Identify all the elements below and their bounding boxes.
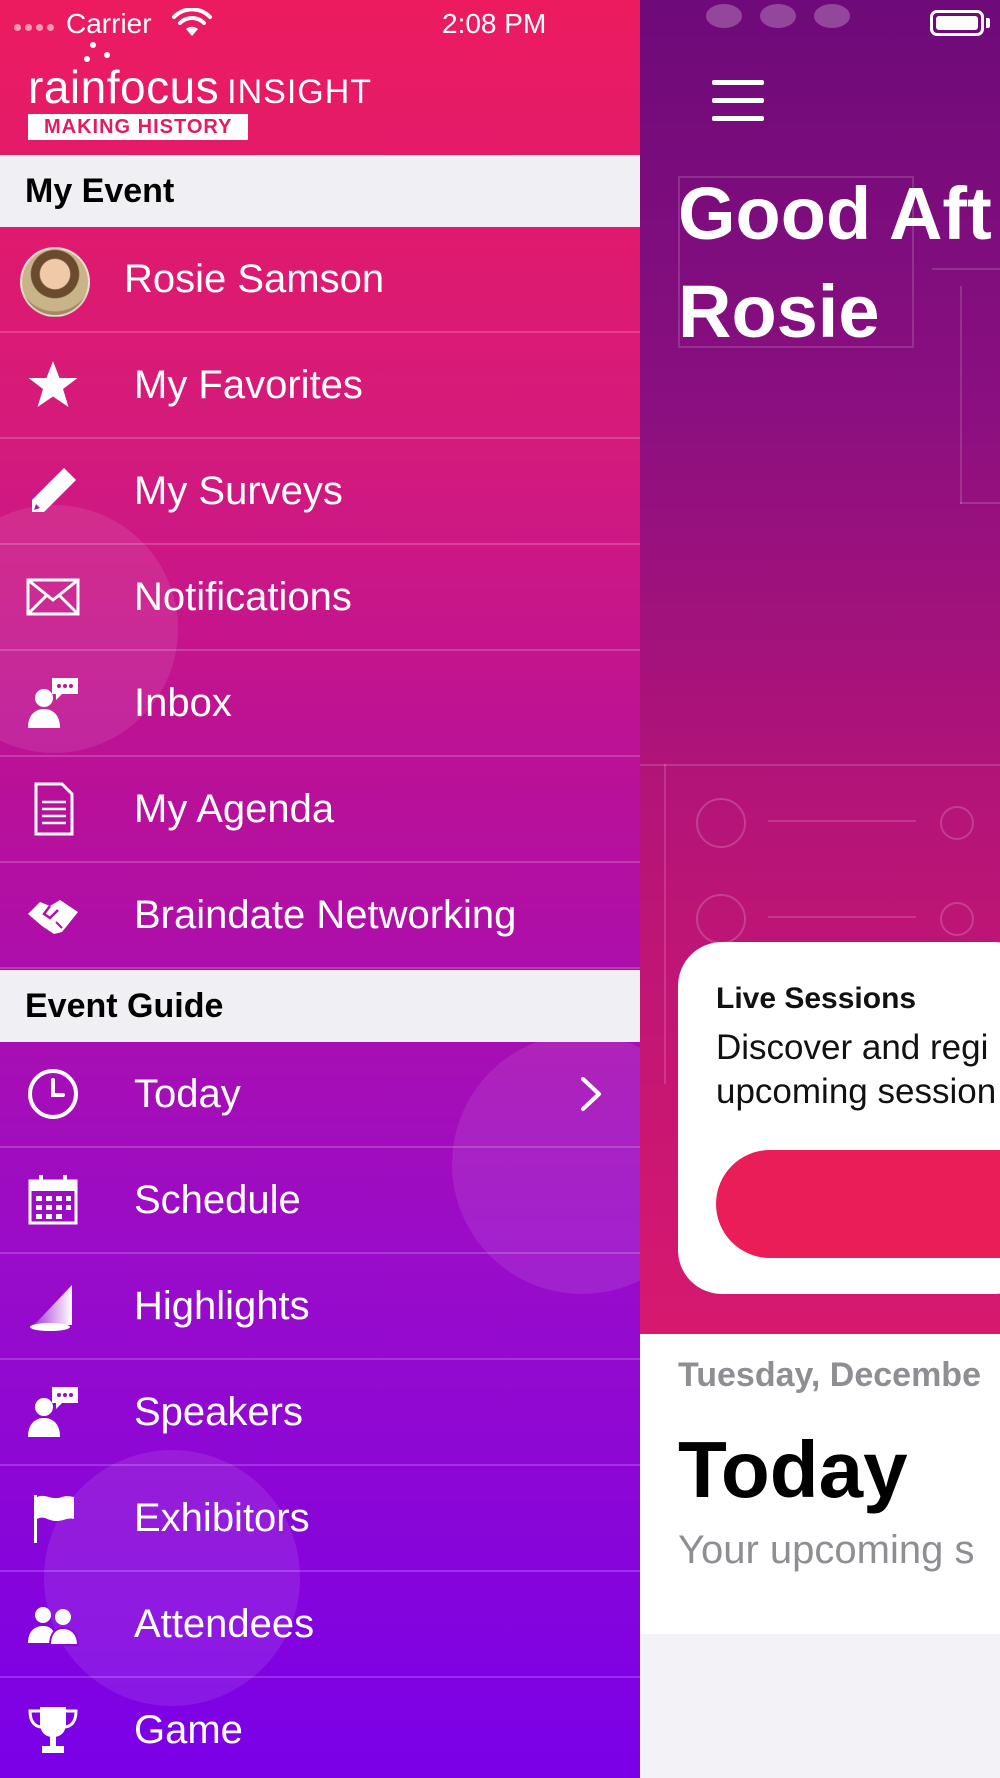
menu-item-exhibitors[interactable]: Exhibitors bbox=[0, 1466, 640, 1572]
home-panel: Good Aft Rosie Live Sessions Discover an… bbox=[640, 0, 1000, 1778]
greeting-line-1: Good Aft bbox=[678, 172, 992, 255]
card-description: Discover and regi upcoming session bbox=[716, 1028, 997, 1111]
side-drawer: Carrier 2:08 PM rainfocus INSIGHT MAKING … bbox=[0, 0, 640, 1778]
card-title: Live Sessions bbox=[716, 982, 917, 1015]
logo-wordmark: rainfocus bbox=[28, 61, 220, 113]
menu-item-label: My Agenda bbox=[134, 787, 335, 831]
menu-item-label: Exhibitors bbox=[134, 1496, 310, 1540]
menu-item-inbox[interactable]: Inbox bbox=[0, 651, 640, 757]
live-sessions-card[interactable]: Live Sessions Discover and regi upcoming… bbox=[678, 942, 1000, 1294]
menu-item-label: My Surveys bbox=[134, 469, 343, 513]
status-bar: Carrier 2:08 PM bbox=[0, 0, 640, 48]
menu-item-my-favorites[interactable]: My Favorites bbox=[0, 333, 640, 439]
pencil-icon bbox=[32, 468, 76, 512]
menu-item-my-surveys[interactable]: My Surveys bbox=[0, 439, 640, 545]
trophy-icon bbox=[28, 1707, 78, 1753]
menu-item-speakers[interactable]: Speakers bbox=[0, 1360, 640, 1466]
today-section: Tuesday, Decembe Today Your upcoming s bbox=[640, 1334, 1000, 1634]
carrier-label: Carrier bbox=[66, 8, 152, 39]
logo-tagline: MAKING HISTORY bbox=[28, 114, 249, 140]
chat-person-icon bbox=[28, 678, 78, 728]
signal-icon bbox=[14, 24, 54, 31]
today-date: Tuesday, Decembe bbox=[678, 1356, 981, 1394]
menu-item-my-agenda[interactable]: My Agenda bbox=[0, 757, 640, 863]
decor-circle bbox=[696, 798, 746, 848]
battery-icon bbox=[930, 10, 984, 36]
speaker-icon bbox=[28, 1387, 78, 1437]
profile-name: Rosie Samson bbox=[124, 257, 385, 301]
menu-item-label: Game bbox=[134, 1708, 243, 1752]
calendar-icon bbox=[28, 1175, 78, 1225]
menu-item-schedule[interactable]: Schedule bbox=[0, 1148, 640, 1254]
menu-item-label: Braindate Networking bbox=[134, 893, 517, 937]
profile-row[interactable]: Rosie Samson bbox=[0, 227, 640, 333]
flag-icon bbox=[34, 1495, 74, 1543]
menu-item-label: Attendees bbox=[134, 1602, 315, 1646]
app-screen: Good Aft Rosie Live Sessions Discover an… bbox=[0, 0, 1000, 1778]
handshake-icon bbox=[28, 900, 78, 934]
today-subtitle: Your upcoming s bbox=[678, 1528, 975, 1572]
logo-suffix: INSIGHT bbox=[227, 73, 373, 111]
today-title: Today bbox=[678, 1425, 908, 1514]
chevron-right-icon bbox=[581, 1077, 601, 1111]
menu-item-braindate-networking[interactable]: Braindate Networking bbox=[0, 863, 640, 969]
status-time: 2:08 PM bbox=[442, 8, 547, 39]
spotlight-icon bbox=[30, 1285, 72, 1331]
menu-item-label: Highlights bbox=[134, 1284, 310, 1328]
page-dots bbox=[706, 4, 850, 28]
section-header-my-event: My Event bbox=[0, 155, 640, 227]
menu-item-label: Schedule bbox=[134, 1178, 301, 1222]
greeting: Good Aft Rosie bbox=[678, 165, 992, 361]
menu-item-attendees[interactable]: Attendees bbox=[0, 1572, 640, 1678]
greeting-line-2: Rosie bbox=[678, 270, 880, 353]
menu-item-highlights[interactable]: Highlights bbox=[0, 1254, 640, 1360]
menu-icon[interactable] bbox=[712, 80, 764, 121]
menu-item-label: My Favorites bbox=[134, 363, 363, 407]
check-circle-icon bbox=[940, 806, 974, 840]
decor-circle bbox=[696, 894, 746, 944]
menu-item-label: Inbox bbox=[134, 681, 232, 725]
rainfocus-logo: rainfocus INSIGHT MAKING HISTORY bbox=[28, 42, 428, 146]
menu-item-label: Speakers bbox=[134, 1390, 303, 1434]
avatar bbox=[20, 247, 90, 317]
menu-item-notifications[interactable]: Notifications bbox=[0, 545, 640, 651]
people-icon bbox=[28, 1607, 80, 1646]
star-icon bbox=[28, 361, 78, 407]
check-circle-icon bbox=[940, 902, 974, 936]
clock-icon bbox=[28, 1069, 78, 1119]
menu-item-label: Notifications bbox=[134, 575, 352, 619]
section-header-event-guide: Event Guide bbox=[0, 970, 640, 1042]
menu-item-game[interactable]: Game bbox=[0, 1678, 640, 1778]
envelope-icon bbox=[26, 578, 80, 616]
document-icon bbox=[34, 782, 74, 836]
menu-item-today[interactable]: Today bbox=[0, 1042, 640, 1148]
menu-item-label: Today bbox=[134, 1072, 241, 1116]
wifi-icon bbox=[172, 8, 212, 36]
card-action-button[interactable] bbox=[716, 1150, 1000, 1258]
